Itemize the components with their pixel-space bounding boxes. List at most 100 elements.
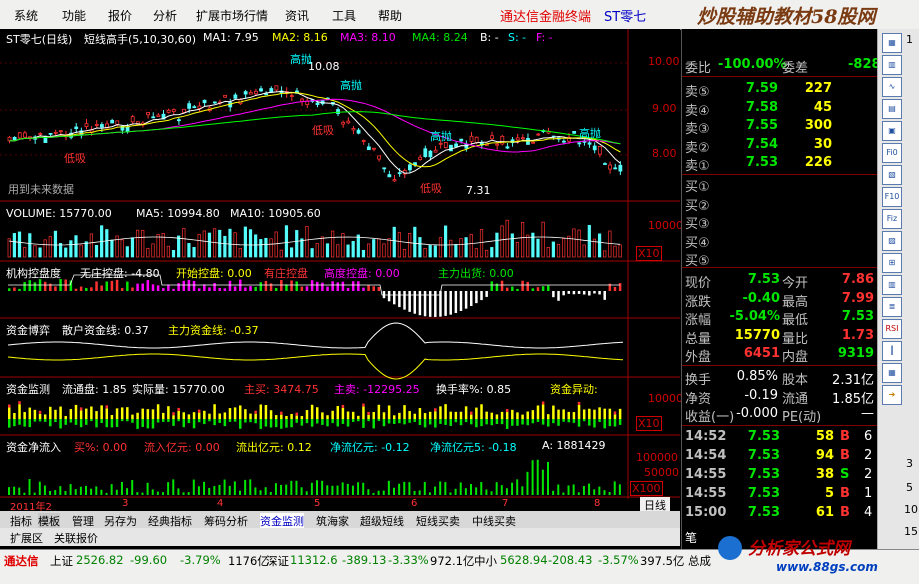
toolbar-list-icon[interactable]: ≣ [882, 297, 902, 317]
ask-row[interactable]: 卖④ 7.58 45 [682, 100, 877, 119]
tab-super-short[interactable]: 超级短线 [360, 513, 404, 529]
control-bar [536, 287, 540, 291]
control-bar [377, 287, 381, 291]
control-bar [295, 281, 298, 291]
volume-bar [438, 237, 443, 258]
sell-monitor-bar [151, 419, 155, 429]
volume-bar [289, 247, 294, 258]
ask-row[interactable]: 卖⑤ 7.59 227 [682, 81, 877, 100]
toolbar-rsi-icon[interactable]: RSI [882, 319, 902, 339]
net-inflow-bar [126, 488, 129, 495]
toolbar-bar-icon[interactable]: ▥ [882, 275, 902, 295]
net-inflow-bar [613, 481, 616, 495]
kline-chart-area[interactable]: ST零七(日线) 短线高手(5,10,30,60) MA1: 7.95 MA2:… [0, 29, 683, 499]
sell-monitor-bar [398, 419, 401, 424]
ask-row[interactable]: 卖② 7.54 30 [682, 137, 877, 156]
tab-indicator[interactable]: 指标 [10, 513, 32, 529]
candle-body [336, 109, 340, 114]
toolbar-arrow-icon[interactable]: ➜ [882, 385, 902, 405]
tab-saveas[interactable]: 另存为 [104, 513, 137, 529]
control-bar [387, 291, 391, 302]
buy-monitor-bar [259, 404, 263, 419]
sell-monitor-bar [249, 419, 252, 423]
buy-monitor-bar [521, 414, 524, 419]
tab-short-trade[interactable]: 短线买卖 [416, 513, 460, 529]
toolbar-chart-icon[interactable]: ▤ [882, 99, 902, 119]
sell-monitor-bar [541, 419, 545, 425]
bid-row[interactable]: 买④ [682, 232, 877, 251]
bid-row[interactable]: 买③ [682, 213, 877, 232]
tab-extension[interactable]: 扩展区 [10, 530, 43, 546]
toolbar-f10-icon[interactable]: F10 [882, 187, 902, 207]
toolbar-grid-icon[interactable]: ▣ [882, 121, 902, 141]
stat2-row: 换手 0.85% 股本 2.31亿 [682, 369, 877, 388]
tick-row[interactable]: 14:54 7.53 94 B 2 [682, 448, 877, 466]
bid-row[interactable]: 买② [682, 195, 877, 214]
buy-monitor-bar [295, 415, 298, 419]
buy-monitor-bar [603, 408, 606, 419]
tick-row[interactable]: 14:55 7.53 5 B 1 [682, 486, 877, 504]
control-bar [413, 291, 417, 314]
toolbar-fi0-icon[interactable]: Fi0 [882, 143, 902, 163]
chart-canvas[interactable] [0, 29, 680, 499]
control-bar [33, 282, 37, 291]
candle-body [17, 132, 22, 139]
menu-analysis[interactable]: 分析 [153, 7, 177, 24]
net-inflow-bar [423, 481, 426, 495]
toolbar-candles-icon[interactable]: ┃ [882, 341, 902, 361]
buy-monitor-bar [500, 411, 504, 419]
sell-monitor-bar [18, 419, 21, 425]
volume-bar [43, 239, 47, 258]
sell-monitor-bar [582, 419, 586, 422]
tab-manage[interactable]: 管理 [72, 513, 94, 529]
tab-zhuhaijia[interactable]: 筑海家 [316, 513, 349, 529]
tab-fund-monitor[interactable]: 资金监测 [260, 513, 304, 529]
menu-ext-market[interactable]: 扩展市场行情 [196, 7, 268, 24]
toolbar-book-icon[interactable]: ▦ [882, 363, 902, 383]
control-bar [449, 291, 452, 315]
tab-chip[interactable]: 筹码分析 [204, 513, 248, 529]
candle-body [110, 119, 115, 124]
menu-function[interactable]: 功能 [62, 7, 86, 24]
volume-bar [84, 241, 88, 258]
menu-tools[interactable]: 工具 [332, 7, 356, 24]
net-inflow-bar [418, 490, 421, 495]
net-inflow-bar [218, 484, 221, 495]
volume-bar [254, 234, 258, 258]
bid-row[interactable]: 买① [682, 176, 877, 195]
control-bar [192, 280, 196, 291]
buy-monitor-bar [290, 413, 293, 419]
ask-row[interactable]: 卖③ 7.55 300 [682, 118, 877, 137]
menu-system[interactable]: 系统 [14, 7, 38, 24]
sell-monitor-bar [305, 419, 309, 424]
toolbar-trend-icon[interactable]: ∿ [882, 77, 902, 97]
toolbar-kline-icon[interactable]: ▥ [882, 55, 902, 75]
tab-mid-trade[interactable]: 中线买卖 [472, 513, 516, 529]
net-inflow-bar [541, 469, 544, 495]
tab-classic[interactable]: 经典指标 [148, 513, 192, 529]
menu-quote[interactable]: 报价 [108, 7, 132, 24]
sell-monitor-bar [23, 419, 26, 427]
toolbar-doc-icon[interactable]: ▨ [882, 231, 902, 251]
tick-row[interactable]: 14:52 7.53 58 B 6 [682, 429, 877, 447]
toolbar-fiz-icon[interactable]: Fiz [882, 209, 902, 229]
ask-row[interactable]: 卖① 7.53 226 [682, 155, 877, 174]
menu-news[interactable]: 资讯 [285, 7, 309, 24]
sell-monitor-bar [33, 419, 37, 422]
net-inflow-bar [480, 482, 483, 495]
tick-row[interactable]: 14:55 7.53 38 S 2 [682, 467, 877, 485]
volume-bar [603, 250, 607, 258]
date-tick: 8 [594, 498, 601, 509]
tick-row[interactable]: 15:00 7.53 61 B 4 [682, 505, 877, 523]
toolbar-tick-icon[interactable]: ▦ [882, 33, 902, 53]
menu-help[interactable]: 帮助 [378, 7, 402, 24]
tab-template[interactable]: 模板 [38, 513, 60, 529]
toolbar-table-icon[interactable]: ▧ [882, 165, 902, 185]
bid-row[interactable]: 买⑤ [682, 250, 877, 269]
tick-bottom-tab[interactable]: 笔 [685, 529, 697, 546]
tab-related-quote[interactable]: 关联报价 [54, 530, 98, 546]
toolbar-pin-icon[interactable]: ⊞ [882, 253, 902, 273]
volume-bar [572, 228, 576, 258]
buy-monitor-bar [382, 412, 386, 419]
net-inflow-bar [187, 492, 190, 495]
